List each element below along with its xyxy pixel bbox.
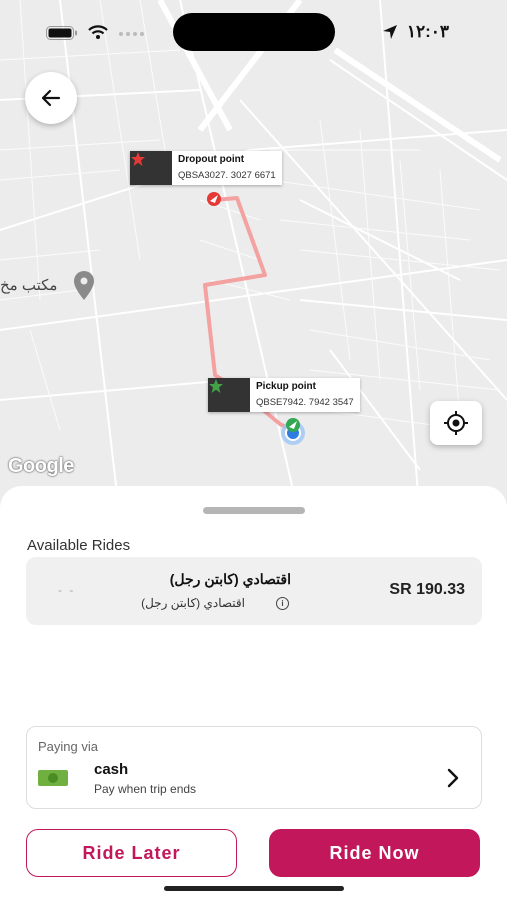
dropoff-marker-icon — [207, 192, 221, 206]
google-logo: Google — [8, 455, 74, 477]
ride-price: SR 190.33 — [389, 581, 465, 598]
available-rides-title: Available Rides — [27, 537, 131, 554]
my-location-button[interactable] — [430, 401, 482, 445]
cash-icon — [38, 770, 68, 786]
ride-now-button[interactable]: Ride Now — [269, 829, 480, 877]
sheet-drag-handle[interactable] — [203, 507, 305, 514]
dynamic-island — [173, 13, 335, 51]
pickup-callout[interactable]: Pickup point QBSE7942. 7942 3547 — [208, 378, 360, 412]
crosshair-icon — [444, 411, 468, 435]
signal-icon — [119, 32, 144, 36]
status-time: ١٢:٠٣ — [406, 22, 449, 41]
payment-method-name: cash — [94, 761, 129, 778]
chevron-right-icon[interactable] — [444, 767, 462, 789]
ride-later-button[interactable]: Ride Later — [26, 829, 237, 877]
ride-option-name: اقتصادي (كابتن رجل) — [169, 571, 291, 587]
wifi-icon — [88, 25, 108, 39]
battery-icon — [46, 26, 77, 40]
arrow-left-icon — [41, 89, 61, 107]
paying-via-label: Paying via — [38, 739, 98, 754]
pickup-star-icon — [208, 378, 250, 412]
home-indicator — [164, 886, 344, 891]
pickup-title: Pickup point — [256, 381, 316, 392]
ride-image-placeholder: - - — [58, 583, 76, 597]
pickup-code: QBSE7942. 7942 3547 — [256, 397, 354, 408]
dropoff-star-icon — [130, 151, 172, 185]
payment-hint: Pay when trip ends — [94, 782, 197, 796]
location-arrow-icon — [383, 25, 397, 39]
ride-option-subtitle: اقتصادي (كابتن رجل) — [141, 596, 245, 610]
poi-label: مكتب مخ — [0, 277, 58, 294]
info-icon[interactable]: i — [276, 597, 289, 610]
dropoff-title: Dropout point — [178, 154, 245, 165]
dropoff-code: QBSA3027. 3027 6671 — [178, 170, 276, 181]
back-button[interactable] — [25, 72, 77, 124]
dropoff-callout[interactable]: Dropout point QBSA3027. 3027 6671 — [130, 151, 282, 185]
